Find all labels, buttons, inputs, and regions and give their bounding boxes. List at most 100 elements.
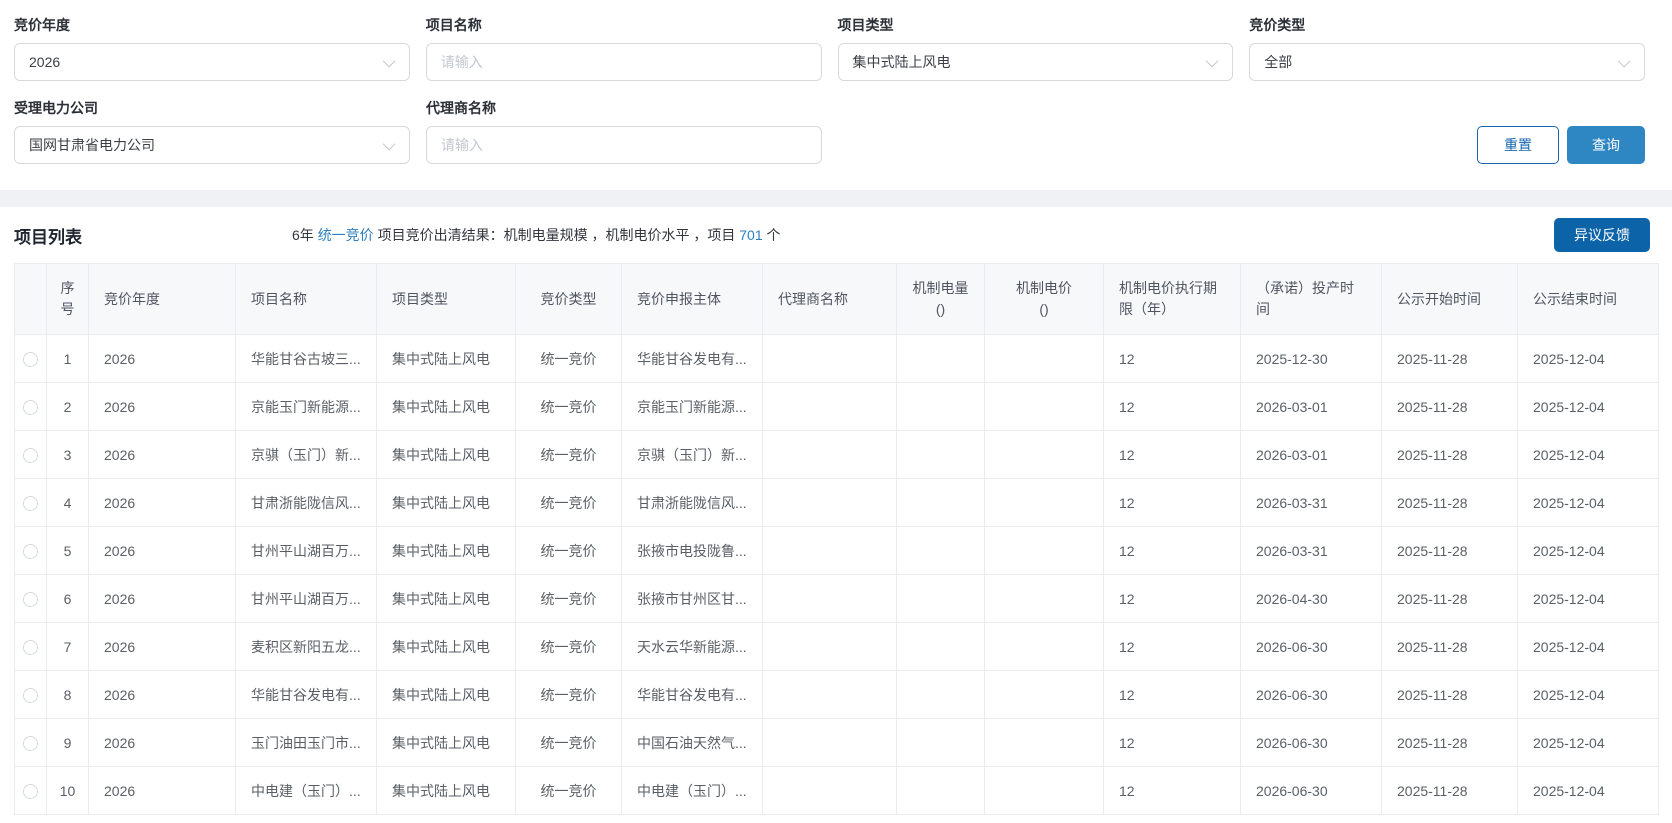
- table-row: 72026麦积区新阳五龙...集中式陆上风电统一竞价天水云华新能源...1220…: [15, 623, 1659, 671]
- project-name-cell: 甘肃浙能陇信风...: [236, 479, 377, 527]
- production-date-cell: 2026-03-31: [1241, 479, 1382, 527]
- project-type-select[interactable]: 集中式陆上风电: [838, 43, 1234, 81]
- publicity-end-header: 公示结束时间: [1518, 264, 1659, 335]
- mechanism-qty-cell: [897, 623, 985, 671]
- price-term-cell: 12: [1104, 335, 1241, 383]
- row-radio[interactable]: [23, 352, 38, 367]
- bid-type-cell: 统一竞价: [516, 335, 622, 383]
- row-radio[interactable]: [23, 544, 38, 559]
- bid-year-select[interactable]: 2026: [14, 43, 410, 81]
- row-radio[interactable]: [23, 640, 38, 655]
- mechanism-price-cell: [985, 335, 1104, 383]
- row-radio[interactable]: [23, 496, 38, 511]
- row-radio[interactable]: [23, 400, 38, 415]
- select-column-header: [15, 264, 47, 335]
- agent-name-cell: [763, 623, 897, 671]
- mechanism-price-cell: [985, 575, 1104, 623]
- price-term-cell: 12: [1104, 479, 1241, 527]
- publicity-end-cell: 2025-12-04: [1518, 527, 1659, 575]
- seq-cell: 9: [47, 719, 89, 767]
- seq-header: 序号: [47, 264, 89, 335]
- price-term-cell: 12: [1104, 767, 1241, 815]
- power-company-label: 受理电力公司: [14, 99, 410, 117]
- price-term-cell: 12: [1104, 383, 1241, 431]
- agent-name-cell: [763, 719, 897, 767]
- row-radio[interactable]: [23, 784, 38, 799]
- bid-type-cell: 统一竞价: [516, 719, 622, 767]
- publicity-start-cell: 2025-11-28: [1382, 335, 1518, 383]
- summary-mid: 项目竞价出清结果：机制电量规模 ，机制电价水平 ，项目: [374, 227, 740, 243]
- table-row: 102026中电建（玉门）...集中式陆上风电统一竞价中电建（玉门）...122…: [15, 767, 1659, 815]
- declare-entity-cell: 张掖市电投陇鲁...: [622, 527, 763, 575]
- publicity-start-header: 公示开始时间: [1382, 264, 1518, 335]
- agent-name-cell: [763, 527, 897, 575]
- mechanism-qty-cell: [897, 671, 985, 719]
- table-row: 92026玉门油田玉门市...集中式陆上风电统一竞价中国石油天然气...1220…: [15, 719, 1659, 767]
- filter-buttons: 重置 查询: [1477, 126, 1645, 164]
- mechanism-qty-cell: [897, 431, 985, 479]
- publicity-start-cell: 2025-11-28: [1382, 527, 1518, 575]
- mechanism-qty-cell: [897, 335, 985, 383]
- project-type-cell: 集中式陆上风电: [377, 479, 516, 527]
- production-date-header: （承诺）投产时间: [1241, 264, 1382, 335]
- power-company-select[interactable]: 国网甘肃省电力公司: [14, 126, 410, 164]
- project-table: 序号 竞价年度 项目名称 项目类型 竞价类型 竞价申报主体 代理商名称 机制电量…: [14, 263, 1659, 815]
- bid-type-cell: 统一竞价: [516, 479, 622, 527]
- project-count: 701: [739, 227, 762, 243]
- table-header-row: 序号 竞价年度 项目名称 项目类型 竞价类型 竞价申报主体 代理商名称 机制电量…: [15, 264, 1659, 335]
- list-header: 项目列表 6年 统一竞价 项目竞价出清结果：机制电量规模 ，机制电价水平 ，项目…: [14, 207, 1658, 263]
- chevron-down-icon: [1618, 54, 1631, 67]
- publicity-start-cell: 2025-11-28: [1382, 575, 1518, 623]
- mechanism-qty-cell: [897, 719, 985, 767]
- power-company-value: 国网甘肃省电力公司: [29, 135, 155, 155]
- agent-name-header: 代理商名称: [763, 264, 897, 335]
- bid-year-value: 2026: [29, 54, 60, 70]
- project-name-cell: 麦积区新阳五龙...: [236, 623, 377, 671]
- bid-year-cell: 2026: [89, 383, 236, 431]
- row-radio[interactable]: [23, 688, 38, 703]
- search-button[interactable]: 查询: [1567, 126, 1645, 164]
- mechanism-qty-cell: [897, 575, 985, 623]
- project-type-cell: 集中式陆上风电: [377, 335, 516, 383]
- mechanism-qty-cell: [897, 527, 985, 575]
- mechanism-price-cell: [985, 767, 1104, 815]
- agent-name-label: 代理商名称: [426, 99, 822, 117]
- agent-name-input[interactable]: [426, 126, 822, 164]
- declare-entity-cell: 中国石油天然气...: [622, 719, 763, 767]
- bid-type-label: 竞价类型: [1249, 16, 1645, 34]
- row-radio[interactable]: [23, 448, 38, 463]
- mechanism-price-cell: [985, 623, 1104, 671]
- declare-entity-cell: 华能甘谷发电有...: [622, 335, 763, 383]
- project-type-cell: 集中式陆上风电: [377, 575, 516, 623]
- declare-entity-cell: 甘肃浙能陇信风...: [622, 479, 763, 527]
- chevron-down-icon: [1206, 54, 1219, 67]
- project-name-input[interactable]: [426, 43, 822, 81]
- bid-year-cell: 2026: [89, 575, 236, 623]
- mechanism-qty-cell: [897, 767, 985, 815]
- project-type-cell: 集中式陆上风电: [377, 719, 516, 767]
- objection-feedback-button[interactable]: 异议反馈: [1554, 218, 1650, 252]
- mechanism-qty-cell: [897, 383, 985, 431]
- seq-cell: 7: [47, 623, 89, 671]
- declare-entity-cell: 京骐（玉门）新...: [622, 431, 763, 479]
- project-type-cell: 集中式陆上风电: [377, 431, 516, 479]
- radio-cell: [15, 527, 47, 575]
- publicity-end-cell: 2025-12-04: [1518, 575, 1659, 623]
- publicity-start-cell: 2025-11-28: [1382, 479, 1518, 527]
- bid-type-select[interactable]: 全部: [1249, 43, 1645, 81]
- project-name-cell: 甘州平山湖百万...: [236, 527, 377, 575]
- row-radio[interactable]: [23, 736, 38, 751]
- declare-entity-cell: 华能甘谷发电有...: [622, 671, 763, 719]
- unified-bidding-link[interactable]: 统一竞价: [318, 227, 374, 243]
- row-radio[interactable]: [23, 592, 38, 607]
- summary-suffix: 个: [763, 227, 781, 243]
- radio-cell: [15, 335, 47, 383]
- project-type-cell: 集中式陆上风电: [377, 527, 516, 575]
- reset-button[interactable]: 重置: [1477, 126, 1559, 164]
- project-name-header: 项目名称: [236, 264, 377, 335]
- table-row: 62026甘州平山湖百万...集中式陆上风电统一竞价张掖市甘州区甘...1220…: [15, 575, 1659, 623]
- bid-type-cell: 统一竞价: [516, 527, 622, 575]
- bid-type-value: 全部: [1264, 52, 1292, 72]
- agent-name-cell: [763, 383, 897, 431]
- chevron-down-icon: [382, 54, 395, 67]
